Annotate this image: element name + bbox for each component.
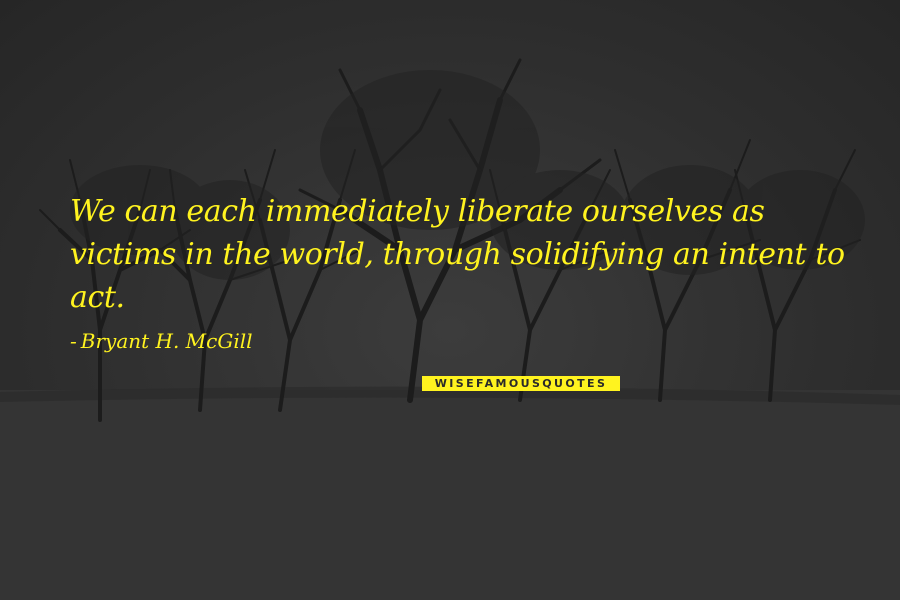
- quote-attribution: - Bryant H. McGill: [70, 329, 850, 353]
- quote-block: We can each immediately liberate ourselv…: [70, 190, 850, 353]
- watermark-badge: WISEFAMOUSQUOTES: [422, 376, 620, 391]
- quote-text: We can each immediately liberate ourselv…: [70, 194, 845, 315]
- watermark-text: WISEFAMOUSQUOTES: [434, 377, 608, 390]
- quote-author: Bryant H. McGill: [80, 329, 253, 353]
- quote-card: We can each immediately liberate ourselv…: [0, 0, 900, 600]
- author-dash: -: [70, 329, 77, 353]
